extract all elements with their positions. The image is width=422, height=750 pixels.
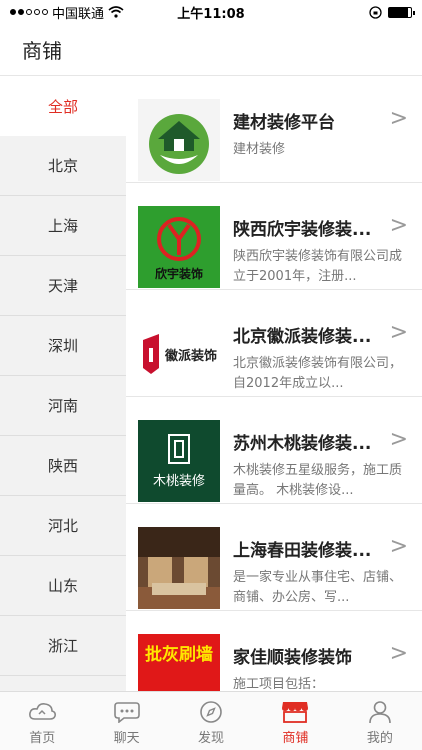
shop-logo-text: 徽派装饰 bbox=[164, 348, 217, 364]
sidebar-item-shenzhen[interactable]: 深圳 bbox=[0, 316, 126, 376]
carrier-label: 中国联通 bbox=[52, 6, 105, 22]
sidebar-item-label: 上海 bbox=[47, 217, 78, 235]
chevron-right-icon: > bbox=[389, 106, 408, 131]
shop-logo-text: 欣宇装饰 bbox=[154, 266, 203, 281]
page-title: 商铺 bbox=[22, 39, 62, 63]
sidebar-item-tianjin[interactable]: 天津 bbox=[0, 256, 126, 316]
page-header: 商铺 bbox=[0, 24, 422, 76]
chevron-right-icon: > bbox=[389, 534, 408, 559]
shop-list: 建材装修平台 建材装修 > 欣宇装饰 陕西欣宇装修装... 陕西欣宇装修装饰有限… bbox=[126, 76, 422, 691]
shop-desc: 是一家专业从事住宅、店铺、商铺、办公房、写... bbox=[233, 570, 403, 605]
sidebar-item-shandong[interactable]: 山东 bbox=[0, 556, 126, 616]
shop-desc: 陕西欣宇装修装饰有限公司成立于2001年，注册... bbox=[233, 249, 403, 284]
shop-title: 北京徽派装修装... bbox=[233, 327, 372, 347]
shop-photo-interior bbox=[138, 527, 220, 609]
sidebar-item-label: 深圳 bbox=[47, 337, 78, 355]
sidebar-item-label: 浙江 bbox=[47, 637, 78, 655]
status-bar: 中国联通 上午11:08 bbox=[0, 0, 422, 24]
sidebar-item-zhejiang[interactable]: 浙江 bbox=[0, 616, 126, 676]
status-left: 中国联通 bbox=[10, 3, 124, 22]
shop-title: 陕西欣宇装修装... bbox=[233, 220, 372, 240]
cloud-home-icon bbox=[28, 700, 57, 724]
shop-logo-text: 批灰刷墙 bbox=[145, 645, 213, 665]
tab-label: 商铺 bbox=[282, 731, 309, 746]
compass-icon bbox=[197, 700, 225, 724]
tab-label: 聊天 bbox=[113, 731, 140, 746]
shop-row[interactable]: 徽派装饰 北京徽派装修装... 北京徽派装修装饰有限公司，自2012年成立以..… bbox=[126, 290, 422, 397]
shop-desc: 北京徽派装修装饰有限公司，自2012年成立以... bbox=[233, 356, 403, 391]
sidebar-item-shaanxi[interactable]: 陕西 bbox=[0, 436, 126, 496]
shop-title: 上海春田装修装... bbox=[233, 541, 372, 561]
shop-row[interactable]: 欣宇装饰 陕西欣宇装修装... 陕西欣宇装修装饰有限公司成立于2001年，注册.… bbox=[126, 183, 422, 290]
tab-home[interactable]: 首页 bbox=[0, 692, 84, 750]
shop-logo-text: 木桃装修 bbox=[152, 473, 205, 489]
sidebar-item-henan[interactable]: 河南 bbox=[0, 376, 126, 436]
shop-row[interactable]: 木桃装修 苏州木桃装修装... 木桃装修五星级服务，施工质量高。 木桃装修设..… bbox=[126, 397, 422, 504]
tab-label: 发现 bbox=[198, 731, 225, 746]
sidebar-item-beijing[interactable]: 北京 bbox=[0, 136, 126, 196]
shop-banner-piihui: 批灰刷墙 bbox=[138, 634, 220, 691]
sidebar-item-label: 河北 bbox=[47, 517, 78, 535]
shop-title: 建材装修平台 bbox=[233, 113, 335, 133]
tab-discover[interactable]: 发现 bbox=[169, 692, 253, 750]
user-icon bbox=[366, 700, 394, 724]
sidebar-item-hebei[interactable]: 河北 bbox=[0, 496, 126, 556]
chevron-right-icon: > bbox=[389, 641, 408, 666]
tab-shops[interactable]: 商铺 bbox=[253, 692, 337, 750]
tab-chat[interactable]: 聊天 bbox=[84, 692, 168, 750]
tab-label: 首页 bbox=[29, 731, 56, 746]
sidebar-item-label: 北京 bbox=[47, 157, 78, 175]
city-sidebar: 全部 北京 上海 天津 深圳 河南 陕西 河北 山东 浙江 bbox=[0, 76, 126, 691]
sidebar-item-label: 天津 bbox=[47, 277, 78, 295]
status-right bbox=[369, 5, 415, 19]
chevron-right-icon: > bbox=[389, 213, 408, 238]
chevron-right-icon: > bbox=[389, 427, 408, 452]
shop-title: 苏州木桃装修装... bbox=[233, 434, 372, 454]
tab-label: 我的 bbox=[366, 731, 393, 746]
shop-row[interactable]: 建材装修平台 建材装修 > bbox=[126, 76, 422, 183]
shop-row[interactable]: 批灰刷墙 家佳顺装修装饰 施工项目包括： > bbox=[126, 611, 422, 691]
sidebar-item-label: 河南 bbox=[47, 397, 78, 415]
sidebar-item-label: 山东 bbox=[47, 577, 78, 595]
shop-logo-huipai: 徽派装饰 bbox=[138, 313, 220, 395]
shop-logo-xinyu: 欣宇装饰 bbox=[138, 206, 220, 288]
chevron-right-icon: > bbox=[389, 320, 408, 345]
battery-icon bbox=[388, 6, 415, 18]
storefront-icon bbox=[281, 700, 309, 724]
rotation-lock-icon bbox=[369, 5, 382, 19]
shop-desc: 施工项目包括： bbox=[233, 677, 325, 691]
shop-desc: 建材装修 bbox=[233, 142, 286, 157]
shop-logo-mutao: 木桃装修 bbox=[138, 420, 220, 502]
sidebar-item-all[interactable]: 全部 bbox=[0, 76, 126, 136]
sidebar-item-label: 全部 bbox=[47, 97, 78, 116]
sidebar-item-shanghai[interactable]: 上海 bbox=[0, 196, 126, 256]
tab-profile[interactable]: 我的 bbox=[338, 692, 422, 750]
chat-bubble-icon bbox=[113, 700, 141, 724]
bottom-tab-bar: 首页 聊天 发现 商铺 我的 bbox=[0, 691, 422, 750]
shop-title: 家佳顺装修装饰 bbox=[233, 648, 352, 668]
signal-icon bbox=[10, 9, 48, 15]
wifi-icon bbox=[108, 6, 124, 18]
shop-row[interactable]: 上海春田装修装... 是一家专业从事住宅、店铺、商铺、办公房、写... > bbox=[126, 504, 422, 611]
shop-desc: 木桃装修五星级服务，施工质量高。 木桃装修设... bbox=[233, 463, 403, 498]
sidebar-item-label: 陕西 bbox=[47, 457, 78, 475]
shop-logo-house-leaf bbox=[138, 99, 220, 181]
